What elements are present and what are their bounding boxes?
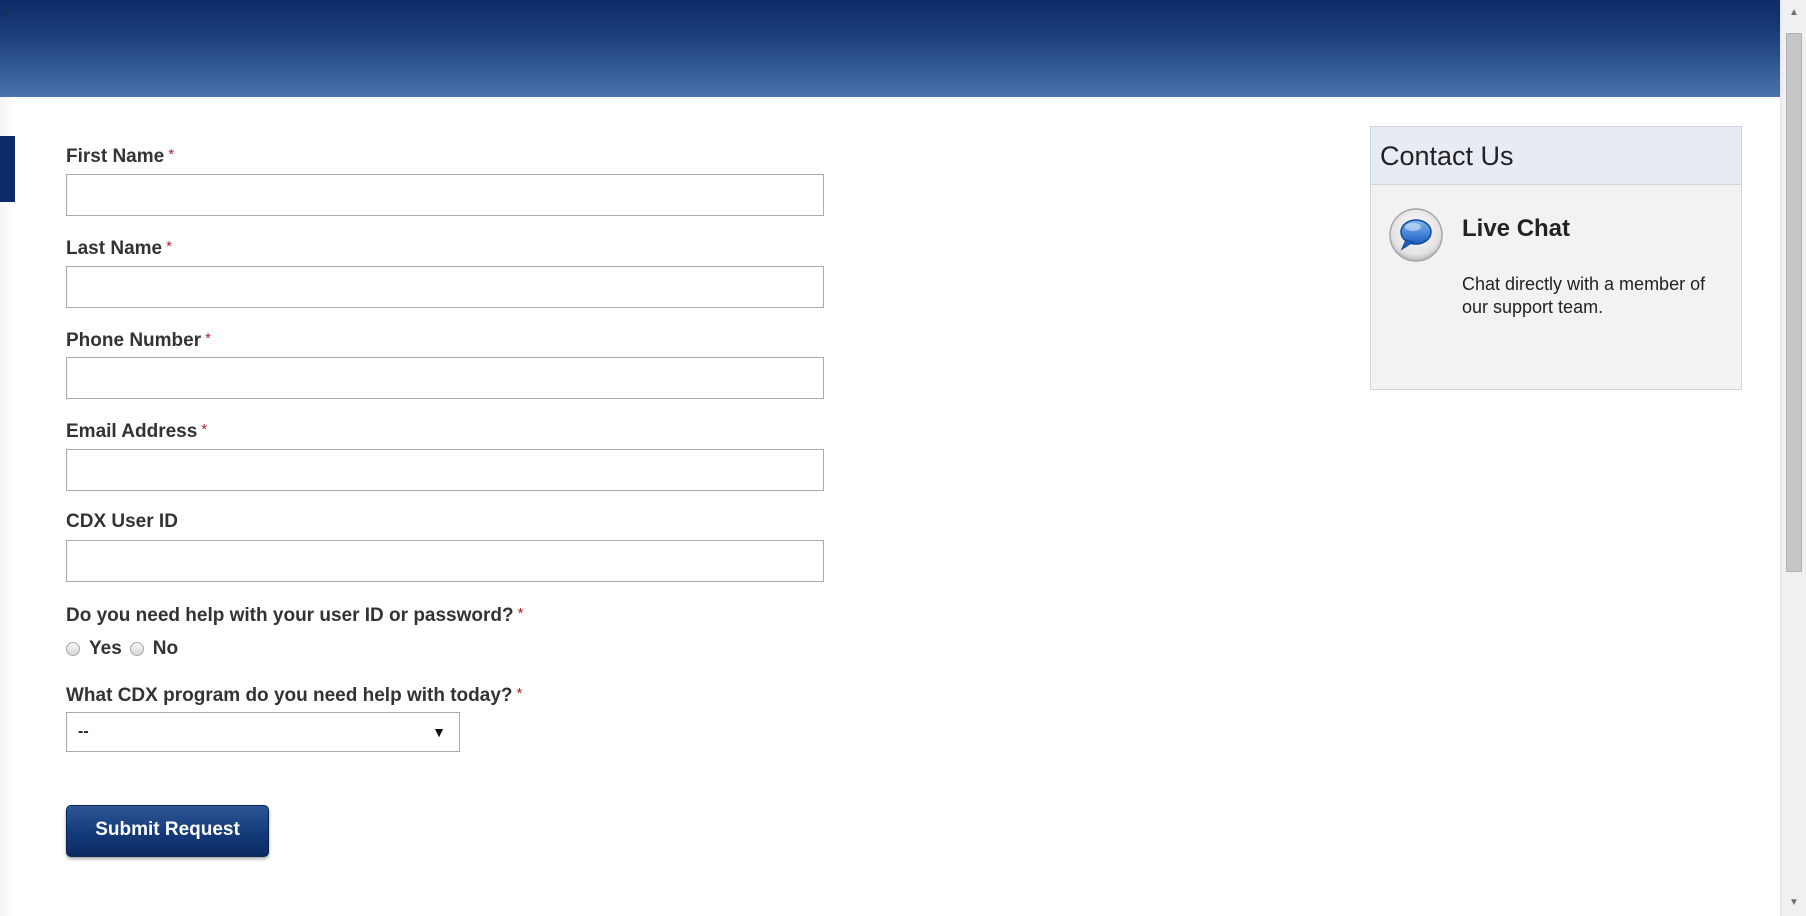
- scroll-up-icon[interactable]: ▲: [1781, 0, 1806, 26]
- required-marker: *: [166, 238, 172, 255]
- email-address-label: Email Address *: [66, 419, 207, 443]
- vertical-scrollbar[interactable]: ▲ ▼: [1780, 0, 1806, 916]
- radio-no-label[interactable]: No: [153, 638, 178, 660]
- chevron-down-icon: ▼: [432, 724, 446, 740]
- cdx-user-id-label-text: CDX User ID: [66, 511, 178, 532]
- last-name-label-text: Last Name: [66, 238, 163, 259]
- phone-number-label-text: Phone Number: [66, 330, 202, 351]
- corner-glyph: >: [3, 8, 10, 20]
- program-select[interactable]: -- ▼: [66, 712, 460, 752]
- first-name-label: First Name *: [66, 144, 174, 168]
- submit-request-button[interactable]: Submit Request: [66, 805, 269, 857]
- scroll-thumb[interactable]: [1786, 33, 1802, 572]
- radio-yes[interactable]: [66, 642, 80, 656]
- page: > First Name * Last Name * Phone Number * E…: [0, 0, 1806, 916]
- phone-number-label: Phone Number *: [66, 328, 211, 352]
- program-question-label-text: What CDX program do you need help with t…: [66, 685, 513, 706]
- cdx-user-id-input[interactable]: [66, 540, 824, 582]
- live-chat-title[interactable]: Live Chat: [1462, 215, 1570, 243]
- cdx-user-id-label: CDX User ID: [66, 511, 178, 533]
- radio-yes-label[interactable]: Yes: [89, 638, 122, 660]
- contact-us-header: Contact Us: [1371, 127, 1741, 185]
- email-address-input[interactable]: [66, 449, 824, 491]
- program-select-value: --: [78, 723, 89, 740]
- email-address-label-text: Email Address: [66, 421, 198, 442]
- contact-us-title: Contact Us: [1380, 141, 1514, 171]
- first-name-label-text: First Name: [66, 146, 165, 167]
- radio-no[interactable]: [129, 642, 144, 656]
- required-marker: *: [516, 685, 523, 702]
- contact-us-panel: Contact Us Live Chat Chat directly with …: [1370, 126, 1742, 390]
- help-question-label: Do you need help with your user ID or pa…: [66, 603, 523, 627]
- last-name-label: Last Name *: [66, 236, 172, 260]
- program-question-label: What CDX program do you need help with t…: [66, 683, 522, 707]
- first-name-input[interactable]: [66, 174, 824, 216]
- required-marker: *: [517, 605, 524, 622]
- header-banner: >: [0, 0, 1780, 97]
- left-edge-strip: [0, 97, 15, 916]
- required-marker: *: [205, 330, 211, 347]
- live-chat-description: Chat directly with a member of our suppo…: [1462, 274, 1706, 317]
- left-edge-tab: [0, 136, 15, 202]
- scroll-down-icon[interactable]: ▼: [1781, 890, 1806, 916]
- required-marker: *: [168, 146, 175, 163]
- required-marker: *: [201, 421, 208, 438]
- chat-bubble-icon[interactable]: [1388, 207, 1444, 263]
- last-name-input[interactable]: [66, 266, 824, 308]
- help-radio-group: Yes No: [66, 637, 186, 661]
- help-question-label-text: Do you need help with your user ID or pa…: [66, 605, 514, 626]
- phone-number-input[interactable]: [66, 357, 824, 399]
